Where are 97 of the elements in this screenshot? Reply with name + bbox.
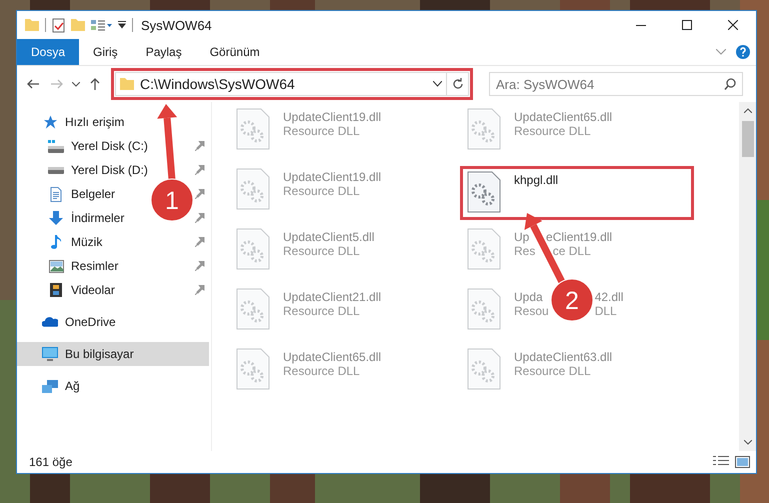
ribbon-tab[interactable]: Görünüm [196,39,274,65]
navigation-item[interactable]: Hızlı erişim [65,115,124,129]
network-icon [42,380,58,392]
file-type: Res [514,244,536,258]
file-name: 42.dll [594,290,624,304]
navigation-item[interactable]: OneDrive [65,315,116,329]
step-badge: 1 [150,178,194,222]
navigation-item[interactable]: Yerel Disk (D:) [71,163,148,177]
file-name: khpgl.dll [514,173,558,187]
dll-file-icon [467,171,501,213]
file-name: Up [514,230,530,244]
cloud-icon [42,317,58,327]
dropdown-icon[interactable] [118,21,126,29]
dll-file-icon [467,288,501,330]
file-name: UpdateClient19.dll [283,110,382,124]
pin-icon[interactable] [195,213,205,223]
file-type: Resource DLL [283,244,360,258]
dll-file-icon [467,348,501,390]
file-type: ce DLL [552,244,591,258]
forward-arrow-icon [51,79,63,89]
scroll-down-icon[interactable] [744,440,752,445]
dll-file-icon [467,108,501,150]
dll-file-icon [236,348,270,390]
pin-icon[interactable] [195,261,205,271]
ribbon-tab[interactable]: Dosya [17,39,80,65]
file-name: UpdateClient65.dll [514,110,612,124]
search-field[interactable]: Ara: SysWOW64 [489,72,743,96]
file-name: UpdateClient21.dll [283,290,382,304]
back-arrow-icon [27,79,39,89]
navigation-item[interactable]: İndirmeler [71,211,124,225]
address-path: C:\Windows\SysWOW64 [140,76,296,92]
dropdown-icon[interactable] [433,81,442,87]
view-options-icon[interactable] [91,20,112,30]
file-type: Resource DLL [283,184,360,198]
file-name: UpdateClient5.dll [283,230,374,244]
file-type: Resou [514,304,549,318]
scrollbar[interactable] [739,102,756,451]
file-name: Upda [514,290,543,304]
pin-icon[interactable] [195,237,205,247]
file-type: Resource DLL [514,124,591,138]
music-note-icon [51,234,61,250]
navigation-item[interactable]: Videolar [71,283,115,297]
ribbon-tab[interactable]: Giriş [79,39,132,65]
file-name: UpdateClient63.dll [514,350,612,364]
item-count: 161 öğe [29,455,72,469]
address-field[interactable]: C:\Windows\SysWOW64 [115,72,447,96]
scroll-up-icon[interactable] [744,108,752,113]
maximize-icon [682,20,692,30]
step-badge: 2 [550,278,594,322]
refresh-icon [452,78,464,90]
document-icon [50,186,62,202]
drive-icon [48,140,64,152]
scroll-thumb[interactable] [742,121,754,157]
caret-icon [72,82,80,86]
ribbon-tab[interactable]: Paylaş [132,39,196,65]
file-type: Resource DLL [283,364,360,378]
up-arrow-icon [90,78,100,90]
help-icon[interactable] [736,45,750,59]
folder-icon [120,78,134,90]
dll-file-icon [236,168,270,210]
navigation-item[interactable]: Belgeler [71,187,116,201]
file-name: UpdateClient19.dll [283,170,382,184]
minimize-icon [636,24,646,26]
file-type: Resource DLL [514,364,591,378]
dll-file-icon [467,228,501,270]
navigation-item[interactable]: Bu bilgisayar [65,347,134,361]
properties-icon[interactable] [52,18,65,32]
large-icons-view-icon[interactable] [735,456,750,468]
film-icon [50,283,62,297]
navigation-item[interactable]: Müzik [71,235,102,249]
file-type: DLL [594,304,617,318]
close-icon [728,20,738,30]
refresh-button[interactable] [447,72,469,96]
chevron-icon[interactable] [716,49,726,55]
pin-icon[interactable] [195,141,205,151]
computer-icon [42,347,58,361]
navigation-item[interactable]: Resimler [71,259,118,273]
file-name: eClient19.dll [546,230,612,244]
details-view-icon[interactable] [713,456,729,465]
navigation-item[interactable]: Yerel Disk (C:) [71,139,148,153]
file-name: UpdateClient65.dll [283,350,382,364]
pin-icon[interactable] [195,165,205,175]
navigation-item[interactable]: Ağ [65,379,80,393]
download-icon [49,211,63,225]
file-type: Resource DLL [283,304,360,318]
star-icon [42,114,58,130]
dll-file-icon [236,228,270,270]
dll-file-icon [236,288,270,330]
pin-icon[interactable] [195,189,205,199]
image-icon [48,260,64,272]
window-title: SysWOW64 [141,18,212,32]
search-icon [724,78,736,90]
dll-file-icon [236,108,270,150]
pin-icon[interactable] [195,285,205,295]
search-placeholder: Ara: SysWOW64 [496,76,594,92]
file-type: Resource DLL [283,124,360,138]
drive-icon [48,166,64,174]
